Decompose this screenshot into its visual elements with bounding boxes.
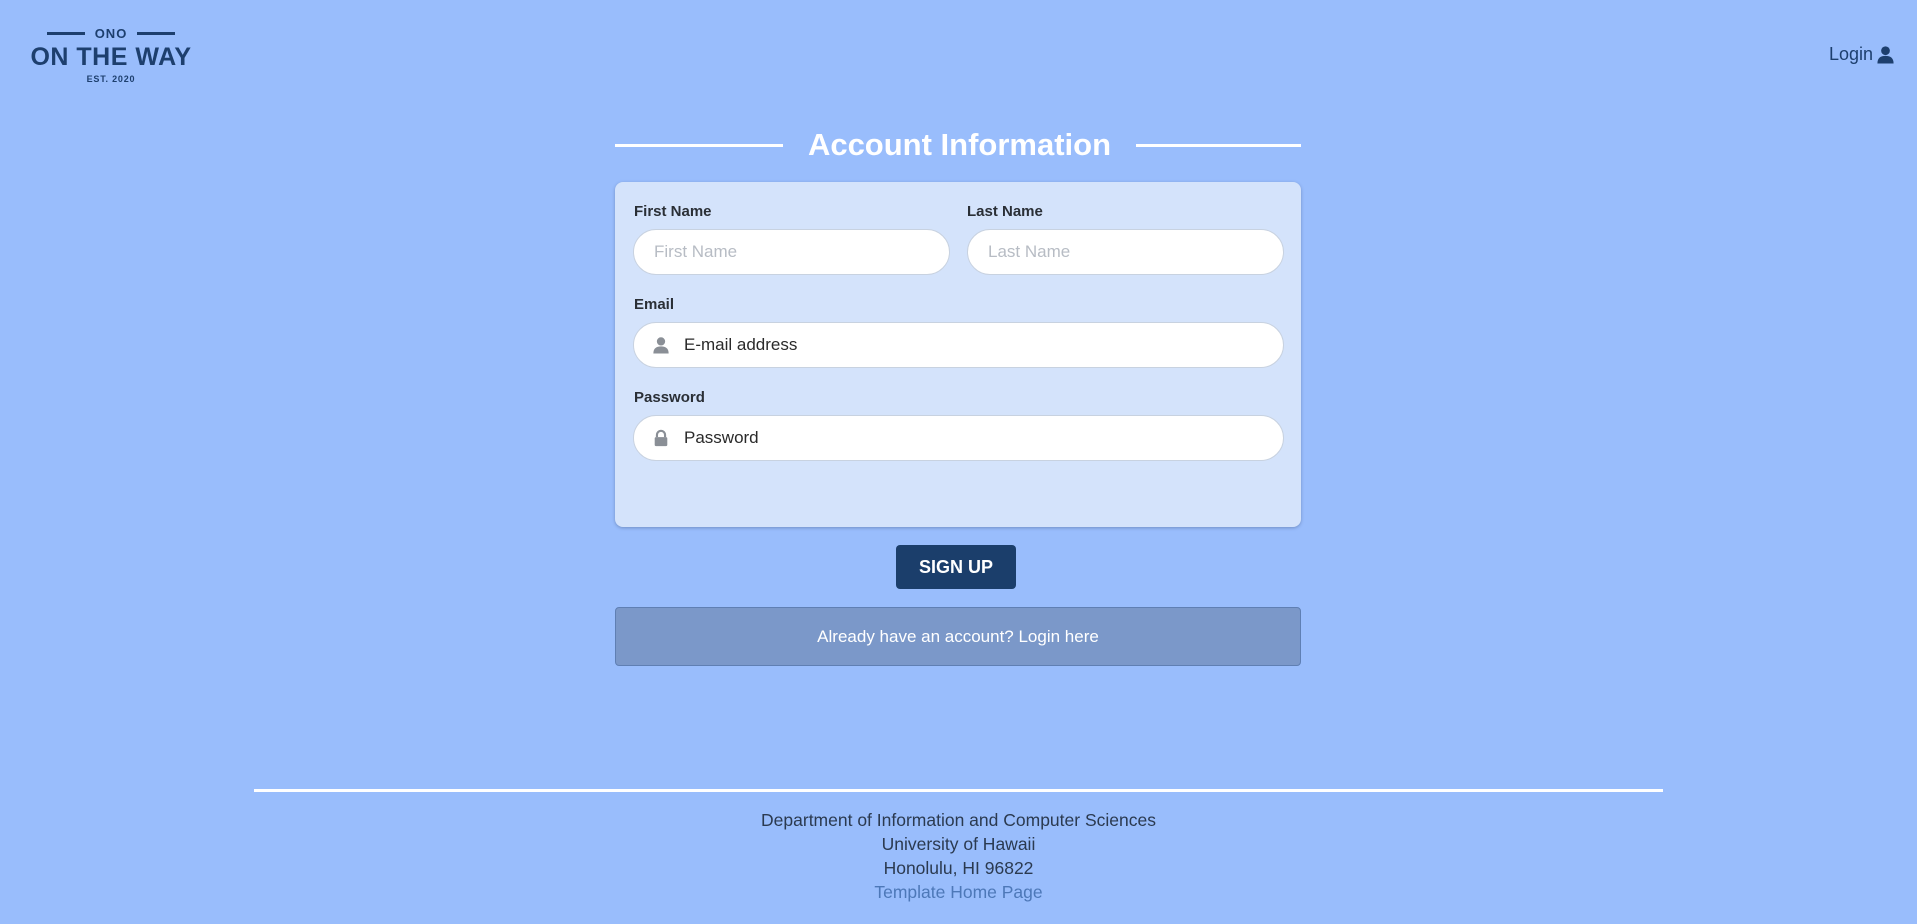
user-icon bbox=[1877, 46, 1894, 64]
section-header: Account Information bbox=[615, 122, 1301, 168]
login-here-link[interactable]: Already have an account? Login here bbox=[615, 607, 1301, 666]
password-wrapper bbox=[633, 415, 1284, 461]
nav-login-label: Login bbox=[1828, 44, 1873, 64]
logo-est-text: EST. 2020 bbox=[86, 74, 136, 84]
first-name-wrapper bbox=[633, 229, 950, 275]
signup-button[interactable]: SIGN UP bbox=[896, 545, 1016, 589]
logo-left-bar bbox=[46, 31, 85, 35]
last-name-wrapper bbox=[967, 229, 1284, 275]
footer-address: Honolulu, HI 96822 bbox=[883, 858, 1034, 878]
user-icon bbox=[653, 337, 669, 354]
email-wrapper bbox=[633, 322, 1284, 368]
email-input[interactable] bbox=[682, 323, 1283, 367]
last-name-input[interactable] bbox=[986, 230, 1283, 274]
first-name-label: First Name bbox=[634, 203, 712, 220]
email-label: Email bbox=[634, 296, 675, 313]
logo-main-text: ON THE WAY bbox=[30, 43, 192, 71]
footer: Department of Information and Computer S… bbox=[0, 808, 1917, 904]
last-name-label: Last Name bbox=[967, 203, 1043, 220]
logo-top-text: ONO bbox=[94, 25, 128, 41]
brand-logo[interactable]: ONO ON THE WAY EST. 2020 bbox=[22, 25, 200, 85]
page-title: Account Information bbox=[807, 127, 1112, 162]
first-name-input[interactable] bbox=[652, 230, 949, 274]
footer-department: Department of Information and Computer S… bbox=[761, 810, 1156, 830]
logo-top-row: ONO bbox=[22, 25, 200, 41]
footer-home-link[interactable]: Template Home Page bbox=[874, 882, 1042, 902]
footer-university: University of Hawaii bbox=[881, 834, 1036, 854]
lock-icon bbox=[654, 429, 668, 447]
header-right-rule bbox=[1136, 143, 1301, 147]
password-label: Password bbox=[634, 389, 705, 406]
password-input[interactable] bbox=[682, 416, 1283, 460]
logo-right-bar bbox=[137, 31, 176, 35]
login-prompt-text: Already have an account? Login here bbox=[817, 626, 1099, 646]
signup-form-card: First Name Last Name Email Password bbox=[615, 182, 1301, 527]
nav-login-link[interactable]: Login bbox=[1829, 44, 1895, 65]
header-left-rule bbox=[615, 143, 783, 147]
footer-divider bbox=[254, 789, 1663, 792]
